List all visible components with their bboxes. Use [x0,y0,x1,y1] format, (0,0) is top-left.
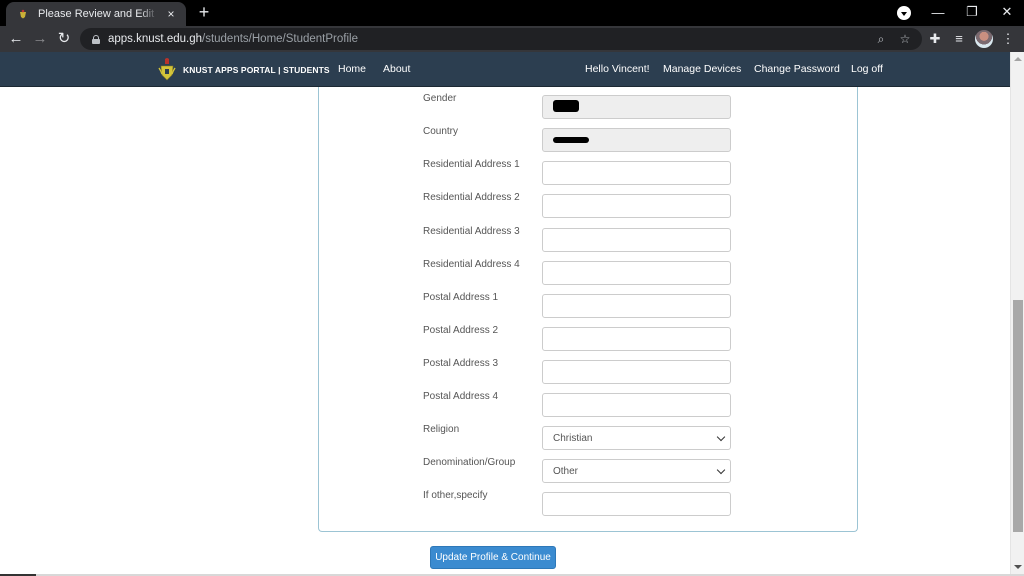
postal-address-1-input[interactable] [542,294,731,318]
zoom-icon[interactable]: ⌕ [870,28,892,50]
url-text: apps.knust.edu.gh/students/Home/StudentP… [108,33,358,45]
residential-address-4-input[interactable] [542,261,731,285]
form-row-denomination: Denomination/Group Other [423,457,733,483]
residential-address-2-input[interactable] [542,194,731,218]
redacted-value [553,137,589,143]
profile-avatar[interactable] [975,30,993,48]
form-row-postal-address-3: Postal Address 3 [423,358,733,384]
form-row-postal-address-2: Postal Address 2 [423,325,733,351]
bookmark-star-icon[interactable]: ☆ [894,28,916,50]
nav-home-link[interactable]: Home [338,52,366,87]
religion-select[interactable]: Christian [542,426,731,450]
nav-change-password-link[interactable]: Change Password [754,52,840,87]
scrollbar-thumb[interactable] [1013,300,1023,532]
form-row-gender: Gender [423,93,733,119]
postal-address-2-label: Postal Address 2 [423,325,499,336]
form-row-postal-address-4: Postal Address 4 [423,391,733,417]
extensions-icon[interactable]: ✚ [925,29,945,49]
site-navbar: KNUST APPS PORTAL | STUDENTS Home About … [0,52,1010,87]
new-tab-button[interactable]: + [194,2,214,22]
form-row-postal-address-1: Postal Address 1 [423,292,733,318]
form-row-residential-address-3: Residential Address 3 [423,226,733,252]
religion-label: Religion [423,424,460,435]
residential-address-1-label: Residential Address 1 [423,159,520,170]
brand-text: KNUST APPS PORTAL | STUDENTS [183,65,330,75]
form-row-country: Country [423,126,733,152]
residential-address-3-input[interactable] [542,228,731,252]
browser-menu-icon[interactable]: ⋮ [998,29,1018,49]
form-row-residential-address-1: Residential Address 1 [423,159,733,185]
minimize-button[interactable]: — [921,0,955,24]
residential-address-4-label: Residential Address 4 [423,259,520,270]
reload-button[interactable]: ↻ [54,29,74,49]
update-profile-button[interactable]: Update Profile & Continue [430,546,556,569]
residential-address-3-label: Residential Address 3 [423,226,520,237]
other-specify-input[interactable] [542,492,731,516]
nav-about-link[interactable]: About [383,52,410,87]
scroll-down-arrow-icon[interactable] [1014,565,1022,569]
forward-button[interactable]: → [30,29,50,49]
restore-button[interactable]: ❐ [955,0,989,24]
postal-address-1-label: Postal Address 1 [423,292,499,303]
browser-tab-active[interactable]: Please Review and Edit your Personal Det… [6,2,186,26]
postal-address-3-label: Postal Address 3 [423,358,499,369]
form-row-religion: Religion Christian [423,424,733,450]
nav-hello-user-link[interactable]: Hello Vincent! [585,52,650,87]
denomination-select[interactable]: Other [542,459,731,483]
tab-close-icon[interactable]: × [164,7,178,21]
postal-address-2-input[interactable] [542,327,731,351]
nav-manage-devices-link[interactable]: Manage Devices [663,52,741,87]
knust-crest-logo-icon [158,58,176,81]
form-row-residential-address-4: Residential Address 4 [423,259,733,285]
lock-icon [92,34,100,44]
postal-address-4-input[interactable] [542,393,731,417]
postal-address-4-label: Postal Address 4 [423,391,499,402]
redacted-value [553,100,579,112]
browser-tab-strip: Please Review and Edit your Personal Det… [0,0,1024,26]
vertical-scrollbar[interactable] [1010,52,1024,574]
residential-address-2-label: Residential Address 2 [423,192,520,203]
close-window-button[interactable]: ✕ [990,0,1024,24]
form-row-residential-address-2: Residential Address 2 [423,192,733,218]
brand-link[interactable]: KNUST APPS PORTAL | STUDENTS [158,58,330,82]
form-row-other-specify: If other,specify [423,490,733,516]
denomination-label: Denomination/Group [423,457,516,468]
gender-label: Gender [423,93,457,104]
gender-field [542,95,731,119]
residential-address-1-input[interactable] [542,161,731,185]
tab-title: Please Review and Edit your Personal Det… [38,8,158,20]
back-button[interactable]: ← [6,29,26,49]
media-queue-icon[interactable]: ≡ [949,29,969,49]
postal-address-3-input[interactable] [542,360,731,384]
profile-form-panel: Gender Country Residential Address 1 Res… [318,52,858,532]
address-bar[interactable]: apps.knust.edu.gh/students/Home/StudentP… [80,28,922,50]
page-viewport: Gender Country Residential Address 1 Res… [0,52,1010,574]
scroll-up-arrow-icon[interactable] [1014,57,1022,61]
knust-crest-favicon-icon [18,9,28,19]
country-field [542,128,731,152]
browser-toolbar: ← → ↻ apps.knust.edu.gh/students/Home/St… [0,26,1024,52]
nav-log-off-link[interactable]: Log off [851,52,883,87]
country-label: Country [423,126,459,137]
other-specify-label: If other,specify [423,490,488,501]
media-control-icon[interactable] [897,6,911,20]
